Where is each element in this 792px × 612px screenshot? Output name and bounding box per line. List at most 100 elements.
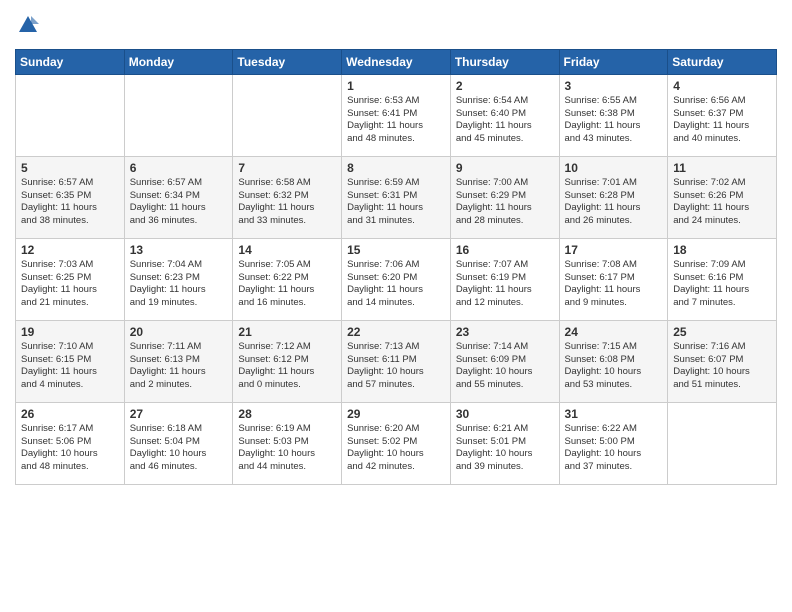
calendar-cell: 2 Sunrise: 6:54 AM Sunset: 6:40 PM Daylig… [450,74,559,156]
calendar-cell: 5 Sunrise: 6:57 AM Sunset: 6:35 PM Daylig… [16,156,125,238]
day-info: Sunrise: 7:02 AM Sunset: 6:26 PM Dayligh… [673,177,771,228]
calendar-cell: 22 Sunrise: 7:13 AM Sunset: 6:11 PM Dayli… [342,320,451,402]
calendar-cell: 4 Sunrise: 6:56 AM Sunset: 6:37 PM Daylig… [668,74,777,156]
day-number: 19 [21,325,119,339]
day-number: 31 [565,407,663,421]
day-number: 25 [673,325,771,339]
weekday-saturday: Saturday [668,49,777,74]
day-info: Sunrise: 7:15 AM Sunset: 6:08 PM Dayligh… [565,341,663,392]
calendar-container: SundayMondayTuesdayWednesdayThursdayFrid… [0,0,792,612]
calendar-table: SundayMondayTuesdayWednesdayThursdayFrid… [15,49,777,485]
day-info: Sunrise: 6:59 AM Sunset: 6:31 PM Dayligh… [347,177,445,228]
calendar-cell: 13 Sunrise: 7:04 AM Sunset: 6:23 PM Dayli… [124,238,233,320]
calendar-cell: 12 Sunrise: 7:03 AM Sunset: 6:25 PM Dayli… [16,238,125,320]
weekday-header-row: SundayMondayTuesdayWednesdayThursdayFrid… [16,49,777,74]
day-info: Sunrise: 7:11 AM Sunset: 6:13 PM Dayligh… [130,341,228,392]
calendar-cell: 26 Sunrise: 6:17 AM Sunset: 5:06 PM Dayli… [16,402,125,484]
day-info: Sunrise: 7:09 AM Sunset: 6:16 PM Dayligh… [673,259,771,310]
calendar-cell: 29 Sunrise: 6:20 AM Sunset: 5:02 PM Dayli… [342,402,451,484]
calendar-cell: 10 Sunrise: 7:01 AM Sunset: 6:28 PM Dayli… [559,156,668,238]
day-number: 29 [347,407,445,421]
day-number: 8 [347,161,445,175]
calendar-cell: 17 Sunrise: 7:08 AM Sunset: 6:17 PM Dayli… [559,238,668,320]
day-number: 14 [238,243,336,257]
day-info: Sunrise: 7:03 AM Sunset: 6:25 PM Dayligh… [21,259,119,310]
calendar-cell: 16Sunrise: 7:07 AM Sunset: 6:19 PM Dayli… [450,238,559,320]
day-info: Sunrise: 6:57 AM Sunset: 6:35 PM Dayligh… [21,177,119,228]
day-info: Sunrise: 6:56 AM Sunset: 6:37 PM Dayligh… [673,95,771,146]
calendar-cell: 28Sunrise: 6:19 AM Sunset: 5:03 PM Dayli… [233,402,342,484]
day-number: 27 [130,407,228,421]
day-info: Sunrise: 7:16 AM Sunset: 6:07 PM Dayligh… [673,341,771,392]
logo [15,14,39,41]
calendar-cell: 8 Sunrise: 6:59 AM Sunset: 6:31 PM Daylig… [342,156,451,238]
day-number: 13 [130,243,228,257]
day-number: 21 [238,325,336,339]
day-number: 26 [21,407,119,421]
calendar-cell: 20Sunrise: 7:11 AM Sunset: 6:13 PM Dayli… [124,320,233,402]
day-number: 23 [456,325,554,339]
day-info: Sunrise: 6:17 AM Sunset: 5:06 PM Dayligh… [21,423,119,474]
day-info: Sunrise: 7:08 AM Sunset: 6:17 PM Dayligh… [565,259,663,310]
day-number: 9 [456,161,554,175]
day-number: 7 [238,161,336,175]
calendar-cell: 1 Sunrise: 6:53 AM Sunset: 6:41 PM Daylig… [342,74,451,156]
calendar-cell: 31 Sunrise: 6:22 AM Sunset: 5:00 PM Dayli… [559,402,668,484]
day-info: Sunrise: 7:00 AM Sunset: 6:29 PM Dayligh… [456,177,554,228]
day-number: 5 [21,161,119,175]
day-number: 6 [130,161,228,175]
day-info: Sunrise: 6:18 AM Sunset: 5:04 PM Dayligh… [130,423,228,474]
day-info: Sunrise: 7:10 AM Sunset: 6:15 PM Dayligh… [21,341,119,392]
calendar-week-5: 26 Sunrise: 6:17 AM Sunset: 5:06 PM Dayli… [16,402,777,484]
calendar-cell: 7 Sunrise: 6:58 AM Sunset: 6:32 PM Daylig… [233,156,342,238]
day-number: 4 [673,79,771,93]
calendar-cell: 30 Sunrise: 6:21 AM Sunset: 5:01 PM Dayli… [450,402,559,484]
day-info: Sunrise: 7:01 AM Sunset: 6:28 PM Dayligh… [565,177,663,228]
day-info: Sunrise: 6:21 AM Sunset: 5:01 PM Dayligh… [456,423,554,474]
calendar-cell: 6Sunrise: 6:57 AM Sunset: 6:34 PM Daylig… [124,156,233,238]
calendar-cell: 27 Sunrise: 6:18 AM Sunset: 5:04 PM Dayli… [124,402,233,484]
day-info: Sunrise: 7:05 AM Sunset: 6:22 PM Dayligh… [238,259,336,310]
day-number: 17 [565,243,663,257]
day-number: 30 [456,407,554,421]
day-info: Sunrise: 7:06 AM Sunset: 6:20 PM Dayligh… [347,259,445,310]
day-number: 18 [673,243,771,257]
day-number: 10 [565,161,663,175]
day-info: Sunrise: 6:55 AM Sunset: 6:38 PM Dayligh… [565,95,663,146]
calendar-cell [233,74,342,156]
calendar-week-1: 1 Sunrise: 6:53 AM Sunset: 6:41 PM Daylig… [16,74,777,156]
calendar-cell: 25 Sunrise: 7:16 AM Sunset: 6:07 PM Dayli… [668,320,777,402]
day-info: Sunrise: 6:53 AM Sunset: 6:41 PM Dayligh… [347,95,445,146]
weekday-wednesday: Wednesday [342,49,451,74]
day-info: Sunrise: 6:22 AM Sunset: 5:00 PM Dayligh… [565,423,663,474]
calendar-cell [124,74,233,156]
calendar-cell: 23 Sunrise: 7:14 AM Sunset: 6:09 PM Dayli… [450,320,559,402]
header [15,10,777,41]
weekday-sunday: Sunday [16,49,125,74]
calendar-cell: 14 Sunrise: 7:05 AM Sunset: 6:22 PM Dayli… [233,238,342,320]
calendar-cell: 3Sunrise: 6:55 AM Sunset: 6:38 PM Daylig… [559,74,668,156]
day-number: 2 [456,79,554,93]
day-info: Sunrise: 7:14 AM Sunset: 6:09 PM Dayligh… [456,341,554,392]
day-info: Sunrise: 6:20 AM Sunset: 5:02 PM Dayligh… [347,423,445,474]
day-number: 12 [21,243,119,257]
day-number: 22 [347,325,445,339]
day-number: 1 [347,79,445,93]
calendar-cell: 21 Sunrise: 7:12 AM Sunset: 6:12 PM Dayli… [233,320,342,402]
weekday-monday: Monday [124,49,233,74]
day-info: Sunrise: 6:54 AM Sunset: 6:40 PM Dayligh… [456,95,554,146]
calendar-week-3: 12 Sunrise: 7:03 AM Sunset: 6:25 PM Dayli… [16,238,777,320]
day-info: Sunrise: 7:13 AM Sunset: 6:11 PM Dayligh… [347,341,445,392]
day-number: 28 [238,407,336,421]
day-info: Sunrise: 7:07 AM Sunset: 6:19 PM Dayligh… [456,259,554,310]
day-number: 15 [347,243,445,257]
day-info: Sunrise: 7:04 AM Sunset: 6:23 PM Dayligh… [130,259,228,310]
calendar-cell: 19 Sunrise: 7:10 AM Sunset: 6:15 PM Dayli… [16,320,125,402]
weekday-tuesday: Tuesday [233,49,342,74]
day-number: 24 [565,325,663,339]
day-info: Sunrise: 7:12 AM Sunset: 6:12 PM Dayligh… [238,341,336,392]
day-info: Sunrise: 6:58 AM Sunset: 6:32 PM Dayligh… [238,177,336,228]
calendar-cell: 11Sunrise: 7:02 AM Sunset: 6:26 PM Dayli… [668,156,777,238]
calendar-cell [668,402,777,484]
calendar-week-4: 19 Sunrise: 7:10 AM Sunset: 6:15 PM Dayli… [16,320,777,402]
